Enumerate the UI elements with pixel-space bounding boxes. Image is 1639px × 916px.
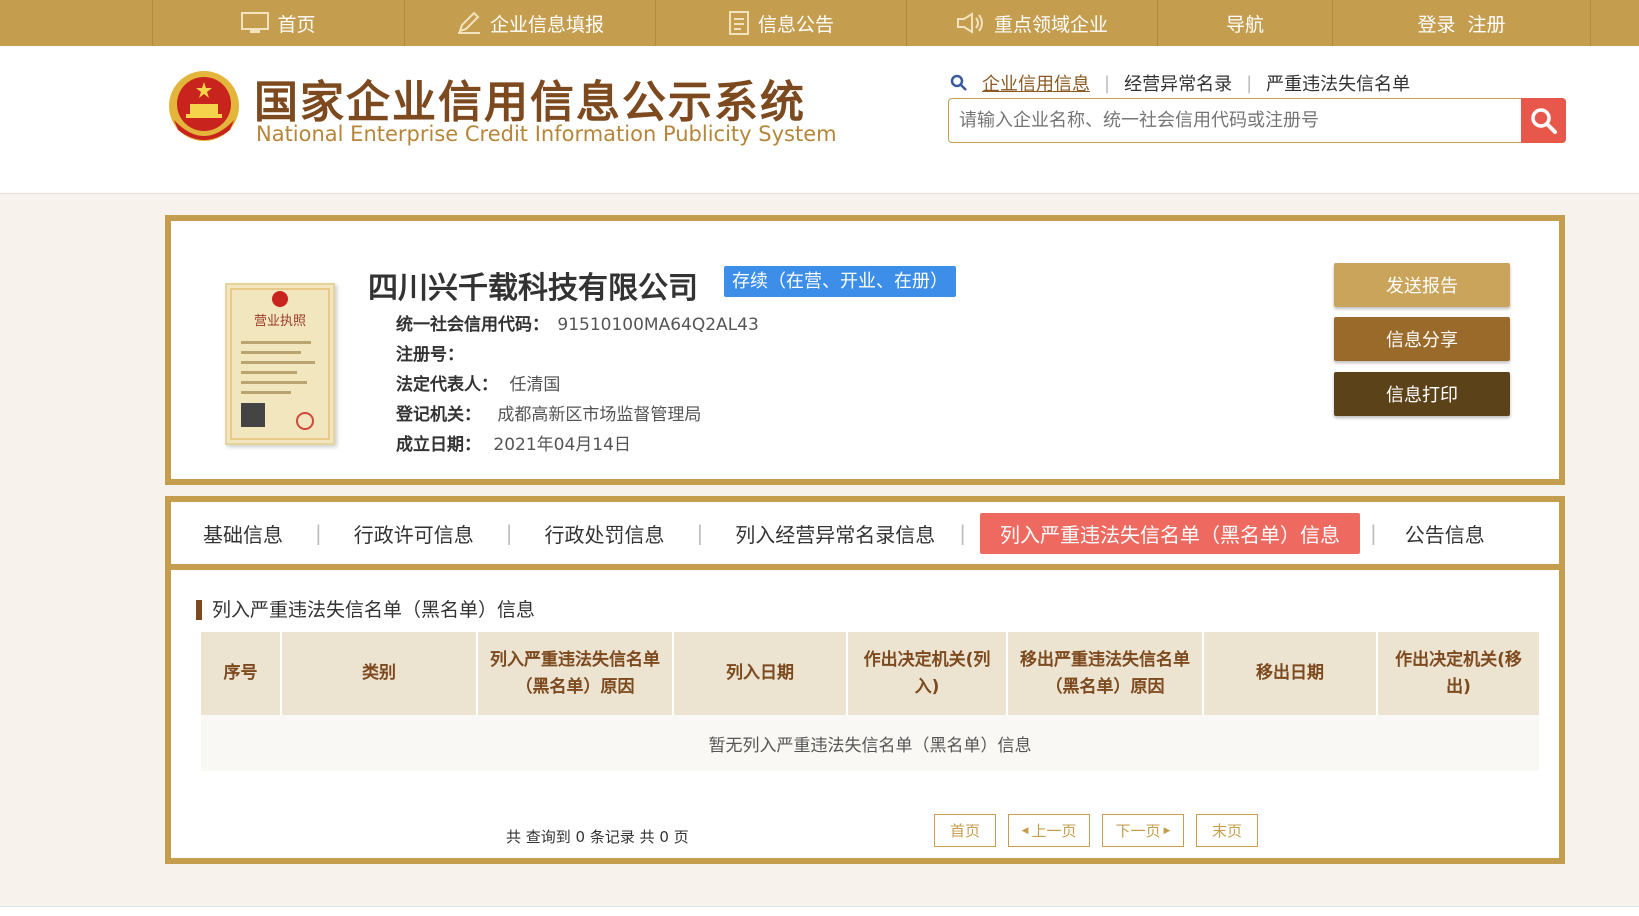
col-header: 类别	[281, 632, 478, 715]
chevron-left-icon: ◀	[1021, 825, 1029, 836]
section-title: 列入严重违法失信名单（黑名单）信息	[196, 600, 535, 620]
search-tab-abnormal[interactable]: 经营异常名录	[1110, 70, 1246, 96]
field-label: 注册号：	[396, 345, 464, 365]
company-name: 四川兴千载科技有限公司	[368, 271, 698, 306]
tab-separator: |	[696, 521, 704, 545]
share-button[interactable]: 信息分享	[1334, 317, 1510, 361]
prev-page-button[interactable]: ◀ 上一页	[1008, 814, 1090, 847]
business-license-image[interactable]: 营业执照	[225, 283, 335, 445]
tab-announcement[interactable]: 公告信息	[1405, 513, 1485, 554]
login-link[interactable]: 登录	[1417, 10, 1455, 37]
license-thumbnail: 营业执照	[230, 288, 330, 440]
next-page-button[interactable]: 下一页 ▶	[1102, 814, 1184, 847]
nav-report[interactable]: 企业信息填报	[404, 0, 655, 46]
send-report-button[interactable]: 发送报告	[1334, 263, 1510, 307]
last-page-button[interactable]: 末页	[1196, 814, 1258, 847]
search-tab-blacklist[interactable]: 严重违法失信名单	[1252, 70, 1424, 96]
prev-page-label: 上一页	[1031, 822, 1077, 840]
nav-guide-label: 导航	[1225, 13, 1264, 36]
tab-basic[interactable]: 基础信息	[203, 513, 283, 554]
tab-abnormal[interactable]: 列入经营异常名录信息	[735, 513, 935, 554]
field-legal-rep: 法定代表人： 任清国	[396, 370, 560, 395]
page-bottom-edge	[0, 906, 1639, 916]
col-header: 移出严重违法失信名单（黑名单）原因	[1007, 632, 1204, 715]
col-header: 作出决定机关(移出)	[1377, 632, 1539, 715]
top-nav: 首页 企业信息填报 信息公告 重点领域企业 导航 登录 注册	[0, 0, 1639, 46]
nav-focus-label: 重点领域企业	[993, 13, 1108, 36]
company-card: 营业执照 四川兴千载科技有限公司 存续（在营、开业、在册） 统一社会信用代码： …	[165, 215, 1565, 485]
col-header: 移出日期	[1203, 632, 1378, 715]
magnifier-icon	[1530, 107, 1557, 134]
next-page-label: 下一页	[1115, 822, 1161, 840]
field-label: 统一社会信用代码：	[396, 315, 549, 335]
pen-icon	[456, 11, 482, 35]
first-page-button[interactable]: 首页	[934, 814, 996, 847]
field-value: 任清国	[509, 375, 561, 395]
search-button[interactable]	[1521, 98, 1566, 143]
field-credit-code: 统一社会信用代码： 91510100MA64Q2AL43	[396, 310, 759, 335]
nav-home-label: 首页	[277, 13, 316, 36]
table-row: 暂无列入严重违法失信名单（黑名单）信息	[201, 715, 1539, 771]
document-icon	[728, 10, 750, 36]
tab-blacklist[interactable]: 列入严重违法失信名单（黑名单）信息	[980, 512, 1360, 554]
tab-penalty[interactable]: 行政处罚信息	[545, 513, 665, 554]
empty-message: 暂无列入严重违法失信名单（黑名单）信息	[201, 715, 1539, 771]
detail-panel: 基础信息 | 行政许可信息 | 行政处罚信息 | 列入经营异常名录信息 | 列入…	[165, 496, 1565, 864]
nav-guide[interactable]: 导航	[1157, 0, 1332, 46]
col-header: 序号	[201, 632, 282, 715]
pagination: 首页 ◀ 上一页 下一页 ▶ 末页	[934, 814, 1270, 847]
field-label: 法定代表人：	[396, 375, 498, 395]
nav-focus[interactable]: 重点领域企业	[906, 0, 1157, 46]
speaker-icon	[956, 12, 986, 34]
col-header: 作出决定机关(列入)	[847, 632, 1008, 715]
print-button[interactable]: 信息打印	[1334, 372, 1510, 416]
table-header-row: 序号 类别 列入严重违法失信名单（黑名单）原因 列入日期 作出决定机关(列入) …	[201, 632, 1539, 715]
tab-permit[interactable]: 行政许可信息	[354, 513, 474, 554]
field-value: 2021年04月14日	[493, 435, 631, 455]
national-emblem-logo	[166, 68, 242, 146]
field-label: 成立日期：	[396, 435, 481, 455]
nav-home[interactable]: 首页	[152, 0, 404, 46]
field-value: 成都高新区市场监督管理局	[497, 405, 702, 425]
field-reg-number: 注册号：	[396, 340, 464, 365]
search-tabs: 企业信用信息 | 经营异常名录 | 严重违法失信名单	[950, 70, 1424, 96]
tab-separator: |	[315, 521, 322, 545]
col-header: 列入日期	[673, 632, 848, 715]
field-established: 成立日期： 2021年04月14日	[396, 430, 631, 455]
tab-separator: |	[1370, 521, 1377, 545]
nav-account: 登录 注册	[1332, 0, 1591, 46]
blacklist-table: 序号 类别 列入严重违法失信名单（黑名单）原因 列入日期 作出决定机关(列入) …	[201, 632, 1539, 771]
site-header: 国家企业信用信息公示系统 National Enterprise Credit …	[0, 46, 1639, 194]
register-link[interactable]: 注册	[1468, 10, 1506, 37]
nav-notice[interactable]: 信息公告	[655, 0, 906, 46]
site-subtitle: National Enterprise Credit Information P…	[256, 122, 837, 146]
nav-notice-label: 信息公告	[757, 13, 834, 36]
chevron-right-icon: ▶	[1163, 825, 1171, 836]
tab-separator: |	[959, 521, 966, 545]
search-tab-credit[interactable]: 企业信用信息	[968, 70, 1104, 96]
status-badge: 存续（在营、开业、在册）	[724, 266, 956, 297]
search-input[interactable]	[949, 99, 1519, 142]
tab-separator: |	[505, 521, 513, 545]
site-title: 国家企业信用信息公示系统	[254, 77, 806, 128]
search-box	[948, 98, 1566, 143]
field-value: 91510100MA64Q2AL43	[557, 315, 759, 335]
monitor-icon	[241, 12, 270, 34]
nav-report-label: 企业信息填报	[489, 13, 604, 36]
license-label: 营业执照	[254, 314, 306, 329]
pager-summary: 共 查询到 0 条记录 共 0 页	[506, 828, 689, 846]
field-authority: 登记机关： 成都高新区市场监督管理局	[396, 400, 701, 425]
field-label: 登记机关：	[396, 405, 481, 425]
col-header: 列入严重违法失信名单（黑名单）原因	[477, 632, 674, 715]
info-tabs: 基础信息 | 行政许可信息 | 行政处罚信息 | 列入经营异常名录信息 | 列入…	[171, 502, 1559, 570]
search-icon	[950, 74, 968, 92]
